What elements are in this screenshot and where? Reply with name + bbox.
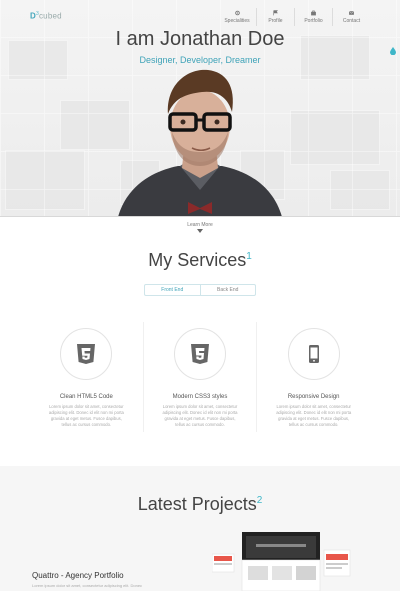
hero-title: I am Jonathan Doe [115, 28, 285, 50]
nav-label: Specialities [224, 18, 250, 24]
html5-icon [77, 344, 96, 364]
services-cards: Clean HTML5 Code Lorem ipsum dolor sit a… [30, 322, 370, 432]
mobile-icon [308, 345, 319, 363]
main-nav: Specialities Profile Portfolio Contact [218, 8, 370, 26]
nav-label: Portfolio [304, 18, 323, 24]
logo[interactable]: D3cubed [30, 11, 62, 21]
hero-section: D3cubed Specialities Profile Portfolio C… [0, 0, 400, 217]
service-title: Clean HTML5 Code [59, 394, 113, 400]
nav-item-contact[interactable]: Contact [332, 8, 370, 26]
chevron-down-icon[interactable] [197, 229, 203, 233]
project-mockup-image[interactable] [212, 532, 352, 591]
nav-label: Contact [342, 18, 361, 24]
nav-item-portfolio[interactable]: Portfolio [294, 8, 332, 26]
envelope-icon [348, 11, 355, 15]
service-card: Responsive Design Lorem ipsum dolor sit … [256, 322, 370, 432]
service-title: Responsive Design [287, 394, 340, 400]
learn-more-link[interactable]: Learn More [0, 222, 400, 228]
tab-front-end[interactable]: Front End [145, 285, 201, 295]
projects-title: Latest Projects2 [137, 494, 263, 514]
hero-portrait [118, 69, 282, 217]
hero-divider [0, 216, 400, 217]
service-text: Lorem ipsum dolor sit amet, consectetur … [162, 404, 238, 427]
nav-label: Profile [268, 18, 283, 24]
project-description: Lorem ipsum dolor sit amet, consectetur … [32, 583, 143, 588]
flag-icon [273, 10, 278, 16]
gear-icon [234, 10, 240, 16]
services-title: My Services1 [148, 250, 252, 270]
service-text: Lorem ipsum dolor sit amet, consectetur … [276, 404, 352, 427]
project-title[interactable]: Quattro - Agency Portfolio [32, 571, 124, 580]
service-card: Modern CSS3 styles Lorem ipsum dolor sit… [142, 322, 257, 432]
nav-item-specialities[interactable]: Specialities [218, 8, 256, 26]
service-text: Lorem ipsum dolor sit amet, consectetur … [48, 404, 124, 427]
nav-item-profile[interactable]: Profile [256, 8, 294, 26]
briefcase-icon [311, 10, 316, 16]
service-title: Modern CSS3 styles [172, 394, 228, 400]
tab-back-end[interactable]: Back End [201, 285, 256, 295]
service-card: Clean HTML5 Code Lorem ipsum dolor sit a… [30, 322, 143, 432]
services-tabs: Front End Back End [144, 284, 256, 296]
css3-icon [191, 344, 209, 364]
